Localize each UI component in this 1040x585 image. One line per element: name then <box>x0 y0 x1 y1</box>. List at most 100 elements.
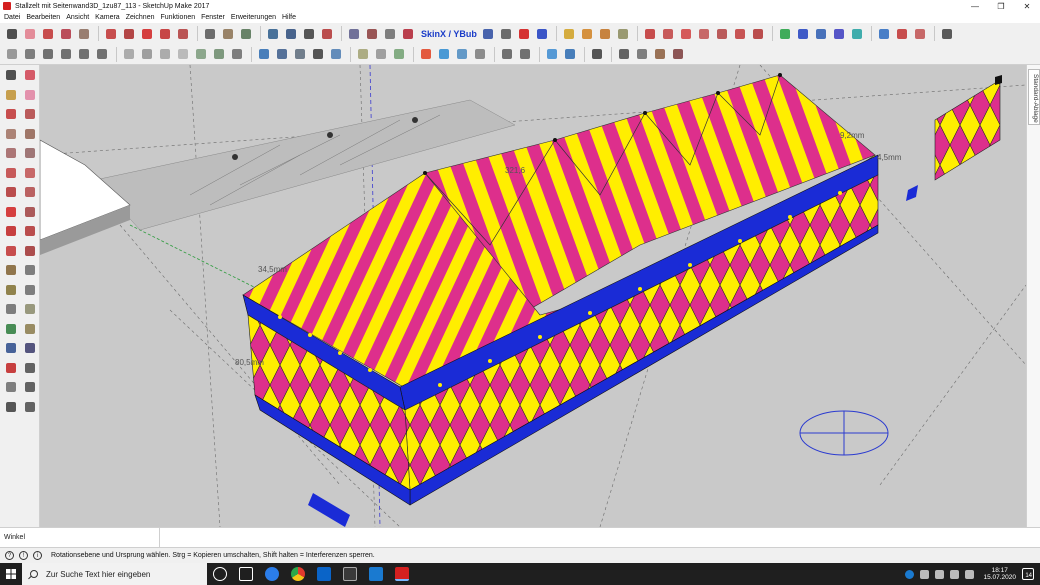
crosshair-icon[interactable] <box>634 46 650 62</box>
style-5-icon[interactable] <box>328 46 344 62</box>
skinx-plugin-label[interactable]: SkinX / YBub <box>421 29 477 39</box>
maximize-button[interactable]: ❐ <box>988 0 1014 12</box>
zoom-window-icon[interactable] <box>22 340 38 356</box>
three-point-arc-icon[interactable] <box>3 184 19 200</box>
drape-icon[interactable] <box>714 26 730 42</box>
smoove-icon[interactable] <box>678 26 694 42</box>
scale-tool-icon[interactable] <box>175 26 191 42</box>
taskbar-search-box[interactable]: Zur Suche Text hier eingeben <box>22 563 207 585</box>
text-tool-icon[interactable] <box>220 26 236 42</box>
cube-blue-icon[interactable] <box>436 46 452 62</box>
layer-1-icon[interactable] <box>355 46 371 62</box>
iso-view-icon[interactable] <box>4 46 20 62</box>
menu-zeichnen[interactable]: Zeichnen <box>126 14 155 21</box>
notification-center-icon[interactable]: 14 <box>1022 568 1034 580</box>
solid-tools-icon[interactable] <box>561 26 577 42</box>
geolocation-icon[interactable] <box>562 46 578 62</box>
menu-kamera[interactable]: Kamera <box>95 14 120 21</box>
guides-icon[interactable] <box>849 26 865 42</box>
front-view-icon[interactable] <box>40 46 56 62</box>
circle-icon[interactable] <box>3 145 19 161</box>
cortana-icon[interactable] <box>213 567 227 581</box>
back-view-icon[interactable] <box>76 46 92 62</box>
tent-model-scene[interactable]: 321,6 34,5mm 80,5mm 9,2mm 4,5mm <box>40 65 1026 527</box>
windows-start-button[interactable] <box>0 563 22 585</box>
3d-text-icon[interactable] <box>22 301 38 317</box>
zoom-icon[interactable] <box>3 340 19 356</box>
tape-icon[interactable] <box>3 262 19 278</box>
offset-icon[interactable] <box>22 243 38 259</box>
sketchup-icon[interactable] <box>395 567 409 581</box>
back-edges-icon[interactable] <box>139 46 155 62</box>
arc-icon[interactable] <box>3 165 19 181</box>
stamp-icon[interactable] <box>696 26 712 42</box>
outer-shell-icon[interactable] <box>579 26 595 42</box>
tray-battery-icon[interactable] <box>965 569 975 579</box>
add-detail-icon[interactable] <box>732 26 748 42</box>
axes-tool-icon[interactable] <box>3 301 19 317</box>
previous-view-icon[interactable] <box>22 360 38 376</box>
measurement-box[interactable]: Winkel <box>0 528 160 548</box>
eraser-icon[interactable] <box>22 87 38 103</box>
tray-help-icon[interactable] <box>905 569 915 579</box>
cube-light-icon[interactable] <box>454 46 470 62</box>
rotate-tool-icon[interactable] <box>157 26 173 42</box>
style-2-icon[interactable] <box>274 46 290 62</box>
select-icon[interactable] <box>3 67 19 83</box>
store-icon[interactable] <box>343 567 357 581</box>
tray-network-icon[interactable] <box>935 569 945 579</box>
section-plane-icon[interactable] <box>777 26 793 42</box>
wireframe-icon[interactable] <box>157 46 173 62</box>
text-icon[interactable] <box>22 282 38 298</box>
account-icon[interactable] <box>939 26 955 42</box>
chrome-icon[interactable] <box>291 567 305 581</box>
components-icon[interactable] <box>364 26 380 42</box>
sandbox-from-scratch-icon[interactable] <box>660 26 676 42</box>
sandbox-from-contours-icon[interactable] <box>642 26 658 42</box>
info-icon[interactable]: i <box>33 551 42 560</box>
look-around-left-icon[interactable] <box>22 379 38 395</box>
cube-red-icon[interactable] <box>418 46 434 62</box>
style-1-icon[interactable] <box>256 46 272 62</box>
orbit-icon[interactable] <box>3 321 19 337</box>
followme-icon[interactable] <box>22 223 38 239</box>
section-display-icon[interactable] <box>795 26 811 42</box>
eraser-tool-icon[interactable] <box>22 26 38 42</box>
paint-icon[interactable] <box>3 87 19 103</box>
menu-bearbeiten[interactable]: Bearbeiten <box>26 14 60 21</box>
rect-icon[interactable] <box>3 126 19 142</box>
polygon-icon[interactable] <box>22 145 38 161</box>
axes-icon[interactable] <box>831 26 847 42</box>
compass-icon[interactable] <box>652 46 668 62</box>
stop-icon[interactable] <box>516 26 532 42</box>
move-icon[interactable] <box>3 204 19 220</box>
extension-icon[interactable] <box>382 26 398 42</box>
ruby-console-icon[interactable] <box>400 26 416 42</box>
look-around-icon[interactable] <box>894 26 910 42</box>
menu-datei[interactable]: Datei <box>4 14 20 21</box>
help-plugin-icon[interactable] <box>534 26 550 42</box>
union-icon[interactable] <box>615 26 631 42</box>
hidden-line-icon[interactable] <box>175 46 191 62</box>
task-view-icon[interactable] <box>239 567 253 581</box>
position-camera-left-icon[interactable] <box>3 379 19 395</box>
tray-volume-icon[interactable] <box>950 569 960 579</box>
flip-edge-icon[interactable] <box>750 26 766 42</box>
default-tray-tab[interactable]: Standard-Ablage <box>1028 69 1040 125</box>
tree-icon[interactable] <box>670 46 686 62</box>
fog-icon[interactable] <box>517 46 533 62</box>
shaded-icon[interactable] <box>193 46 209 62</box>
warning-icon[interactable]: ! <box>19 551 28 560</box>
tray-people-icon[interactable] <box>920 569 930 579</box>
help-icon[interactable]: ? <box>5 551 14 560</box>
edge-icon[interactable] <box>265 567 279 581</box>
grid-icon[interactable] <box>616 46 632 62</box>
outlook-icon[interactable] <box>317 567 331 581</box>
follow-me-tool-icon[interactable] <box>121 26 137 42</box>
menu-hilfe[interactable]: Hilfe <box>282 14 296 21</box>
modeling-viewport[interactable]: 321,6 34,5mm 80,5mm 9,2mm 4,5mm <box>40 65 1026 527</box>
app-icon[interactable] <box>369 567 383 581</box>
shadows-icon[interactable] <box>499 46 515 62</box>
style-4-icon[interactable] <box>310 46 326 62</box>
play-icon[interactable] <box>498 26 514 42</box>
